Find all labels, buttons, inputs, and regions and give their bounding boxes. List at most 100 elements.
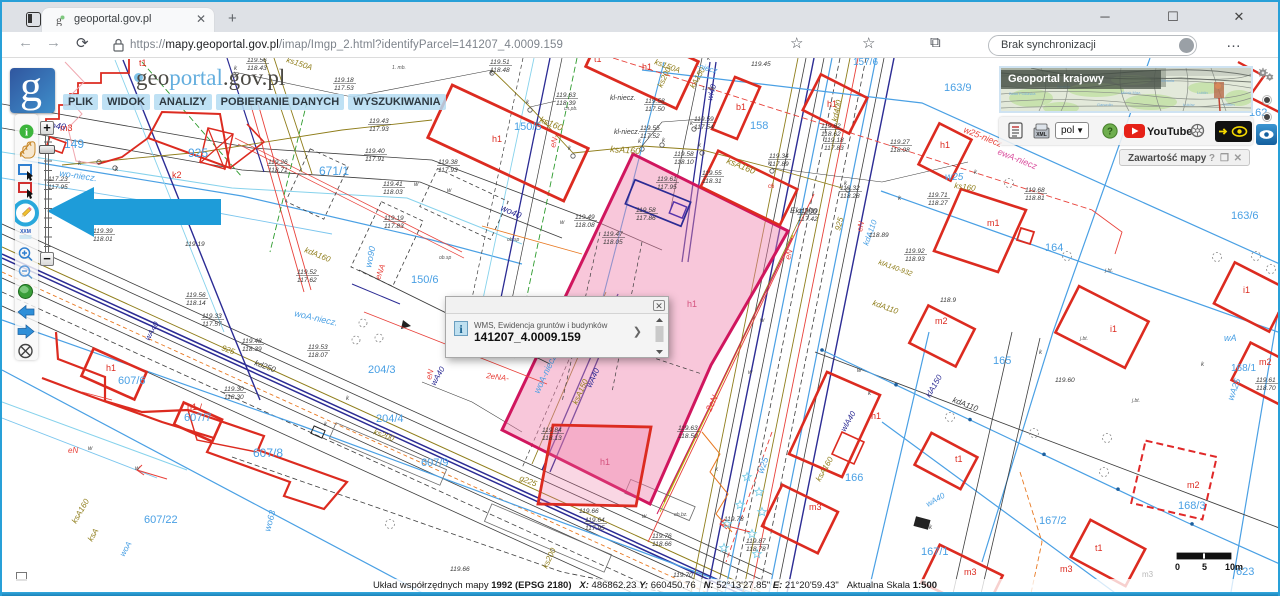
svg-text:119.47: 119.47 [603,231,623,238]
svg-text:Chełm: Chełm [1223,102,1235,107]
svg-text:i1: i1 [1243,285,1250,295]
svg-text:119.59: 119.59 [694,116,714,123]
svg-text:158: 158 [750,120,768,132]
svg-text:119.51: 119.51 [490,59,510,66]
svg-text:m3: m3 [809,502,822,512]
svg-text:119.71: 119.71 [928,192,948,199]
svg-text:119.26: 119.26 [268,159,288,166]
svg-text:166: 166 [845,472,863,484]
svg-text:119.62: 119.62 [821,123,841,130]
svg-text:119.58: 119.58 [636,207,656,214]
svg-text:i1: i1 [1110,324,1117,334]
svg-text:119.27: 119.27 [890,139,910,146]
svg-text:117.57: 117.57 [202,321,222,328]
svg-text:117.89: 117.89 [769,161,789,168]
svg-text:118.05: 118.05 [603,239,623,246]
svg-text:Mińsk Maz.: Mińsk Maz. [1121,90,1141,95]
svg-text:w25: w25 [945,172,964,183]
svg-text:119.41: 119.41 [383,181,403,188]
svg-text:119.18: 119.18 [334,77,354,84]
svg-text:m2: m2 [935,316,948,326]
svg-text:m3: m3 [1060,564,1073,574]
svg-text:m3: m3 [964,567,977,577]
svg-text:ksA160: ksA160 [610,144,641,156]
svg-text:119.34: 119.34 [769,153,789,160]
svg-text:607/8: 607/8 [253,446,283,460]
svg-text:m2: m2 [1187,480,1200,490]
svg-text:k2: k2 [172,170,182,180]
svg-text:119.19: 119.19 [384,215,404,222]
svg-text:119.56: 119.56 [247,58,267,64]
svg-text:118.50: 118.50 [678,433,698,440]
svg-text:w: w [447,188,452,194]
svg-text:117.62: 117.62 [297,277,317,284]
svg-text:119.92: 119.92 [905,248,925,255]
svg-text:118.70: 118.70 [1256,385,1276,392]
svg-text:j.bt.: j.bt. [1104,268,1113,274]
svg-text:149: 149 [64,137,84,151]
svg-text:h1: h1 [642,62,652,72]
svg-text:119.61: 119.61 [1256,377,1276,384]
svg-text:607/7: 607/7 [184,412,212,424]
svg-text:119.66: 119.66 [579,508,599,515]
svg-text:h1: h1 [871,411,881,421]
svg-text:118.08: 118.08 [575,222,595,229]
svg-text:119.68: 119.68 [1025,187,1045,194]
svg-text:204/3: 204/3 [368,364,396,376]
svg-text:117.83: 117.83 [824,145,844,152]
svg-text:119.30: 119.30 [224,386,244,393]
svg-text:119.63: 119.63 [678,425,698,432]
svg-text:671/1: 671/1 [319,164,349,178]
svg-text:117.86: 117.86 [636,215,656,222]
svg-text:118.30: 118.30 [224,394,244,401]
svg-text:118.93: 118.93 [905,256,925,263]
svg-text:ob.bz.: ob.bz. [674,512,688,518]
svg-text:t1: t1 [594,58,602,64]
svg-text:t1: t1 [955,454,963,464]
svg-text:XXM: XXM [20,229,31,235]
svg-text:117.93: 117.93 [438,167,458,174]
svg-text:117.95: 117.95 [585,525,605,532]
svg-text:119.18: 119.18 [824,137,844,144]
svg-text:119.58: 119.58 [674,151,694,158]
svg-text:119.56: 119.56 [186,292,206,299]
svg-text:117.83: 117.83 [384,223,404,230]
svg-text:117.91: 117.91 [365,156,385,163]
svg-text:118.31: 118.31 [702,178,722,185]
svg-text:118.07: 118.07 [308,352,328,359]
svg-text:118.14: 118.14 [186,300,206,307]
svg-text:Łuków: Łuków [1183,102,1195,107]
svg-text:wA: wA [1224,333,1237,343]
svg-text:165: 165 [993,355,1011,367]
svg-text:163/6: 163/6 [1231,210,1259,222]
svg-text:m1: m1 [987,218,1000,228]
svg-text:168/1: 168/1 [1231,363,1256,374]
svg-text:119.64: 119.64 [585,517,605,524]
svg-text:j.bt.: j.bt. [1079,336,1088,342]
svg-text:Garwolin: Garwolin [1097,102,1113,107]
svg-text:h1: h1 [600,457,610,467]
svg-text:h1: h1 [106,363,116,373]
svg-text:118.71: 118.71 [268,167,288,174]
svg-text:118.9: 118.9 [940,297,956,304]
svg-text:119.43: 119.43 [369,118,389,125]
svg-text:119.58: 119.58 [645,98,665,105]
svg-text:ch.pb.: ch.pb. [564,106,578,112]
svg-text:119.38: 119.38 [438,159,458,166]
svg-text:w: w [135,466,140,472]
svg-text:Lublin: Lublin [1197,90,1208,95]
svg-text:XML: XML [1036,132,1047,138]
svg-text:119.87: 119.87 [746,538,766,545]
svg-text:h1: h1 [492,134,502,144]
svg-text:g: g [56,14,62,26]
svg-text:204/4: 204/4 [376,413,404,425]
svg-text:118.03: 118.03 [383,189,403,196]
svg-text:119.61: 119.61 [657,176,677,183]
svg-text:118.48: 118.48 [490,67,510,74]
svg-text:117.95: 117.95 [657,184,677,191]
svg-text:118.81: 118.81 [1025,195,1045,202]
svg-text:j.bt.: j.bt. [1131,398,1140,404]
svg-text:118.08: 118.08 [890,147,910,154]
svg-text:kl-niecz.: kl-niecz. [614,129,640,136]
svg-text:168/3: 168/3 [1178,500,1206,512]
